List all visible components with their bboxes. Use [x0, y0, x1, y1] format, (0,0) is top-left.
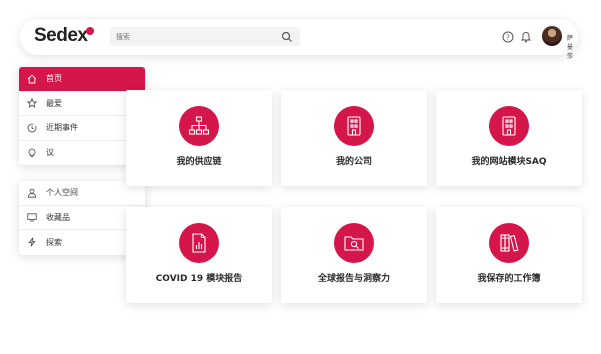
menu-item-label: 最爱 [46, 98, 62, 108]
folder-search-icon [344, 236, 364, 251]
lightbulb-icon [28, 148, 36, 157]
menu-item-label: 议 [46, 148, 54, 158]
card-icon-circle [179, 223, 219, 263]
help-icon[interactable]: ? [502, 31, 514, 43]
card-site-saq[interactable]: 我的网站模块SAQ [436, 90, 582, 186]
menu-item-label: 收藏品 [46, 212, 70, 222]
card-label: 全球报告与洞察力 [317, 274, 390, 284]
office-icon [502, 116, 516, 136]
sedex-logo[interactable]: Sedex [34, 25, 95, 47]
menu-item-label: 近期事件 [46, 123, 78, 133]
card-label: 我的供应链 [176, 157, 222, 167]
username[interactable]: 萨曼莎 [567, 33, 578, 60]
avatar[interactable] [542, 26, 562, 46]
card-covid-report[interactable]: COVID 19 模块报告 [126, 207, 272, 303]
org-chart-icon [188, 116, 210, 135]
menu-item-label: 个人空间 [46, 188, 78, 198]
books-icon [500, 234, 519, 252]
card-label: 我的公司 [335, 157, 372, 167]
card-my-company[interactable]: 我的公司 [281, 90, 427, 186]
menu-item-label: 首页 [46, 74, 62, 84]
menu-item-home[interactable]: 首页 [19, 67, 145, 92]
card-label: COVID 19 模块报告 [155, 274, 243, 284]
bell-icon[interactable] [520, 30, 532, 43]
card-icon-circle [334, 223, 374, 263]
card-icon-circle [489, 106, 529, 146]
user-icon [27, 188, 37, 198]
home-icon [27, 74, 37, 84]
card-label: 我的网站模块SAQ [471, 157, 547, 167]
card-icon-circle [334, 106, 374, 146]
svg-text:?: ? [506, 34, 510, 42]
lightning-icon [28, 237, 36, 247]
card-saved-workbooks[interactable]: 我保存的工作簿 [436, 207, 582, 303]
monitor-icon [27, 213, 37, 222]
star-icon [27, 98, 37, 109]
card-label: 我保存的工作簿 [477, 274, 541, 284]
building-icon [347, 116, 361, 136]
card-icon-circle [489, 223, 529, 263]
clock-icon [27, 123, 37, 133]
card-supply-chain[interactable]: 我的供应链 [126, 90, 272, 186]
top-bar: Sedex ? 萨曼莎 [20, 19, 578, 60]
report-icon [192, 233, 206, 253]
menu-item-label: 探索 [46, 237, 62, 247]
card-global-reports[interactable]: 全球报告与洞察力 [281, 207, 427, 303]
search-input[interactable] [110, 27, 300, 46]
search-icon[interactable] [281, 31, 293, 43]
logo-dot [86, 27, 95, 35]
card-icon-circle [179, 106, 219, 146]
